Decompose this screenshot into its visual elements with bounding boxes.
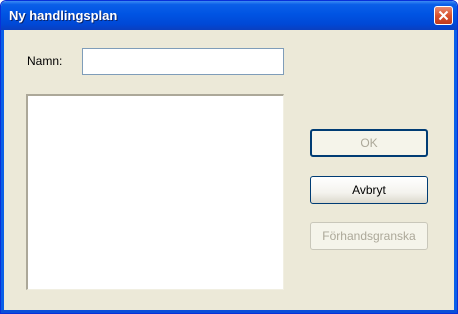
- name-label: Namn:: [27, 54, 63, 68]
- preview-button[interactable]: Förhandsgranska: [310, 222, 428, 250]
- window-border-bottom: [1, 310, 457, 313]
- close-icon: [438, 10, 449, 21]
- window-border-right: [454, 30, 457, 313]
- window-title: Ny handlingsplan: [9, 8, 118, 23]
- content-list[interactable]: [26, 94, 284, 290]
- title-bar[interactable]: Ny handlingsplan: [1, 1, 457, 30]
- name-input[interactable]: [82, 48, 284, 75]
- dialog-window: Ny handlingsplan Namn: OK Avbryt Förhand…: [0, 0, 458, 314]
- cancel-button[interactable]: Avbryt: [310, 176, 428, 204]
- window-border-left: [1, 30, 4, 313]
- close-button[interactable]: [434, 6, 453, 25]
- ok-button[interactable]: OK: [310, 129, 428, 157]
